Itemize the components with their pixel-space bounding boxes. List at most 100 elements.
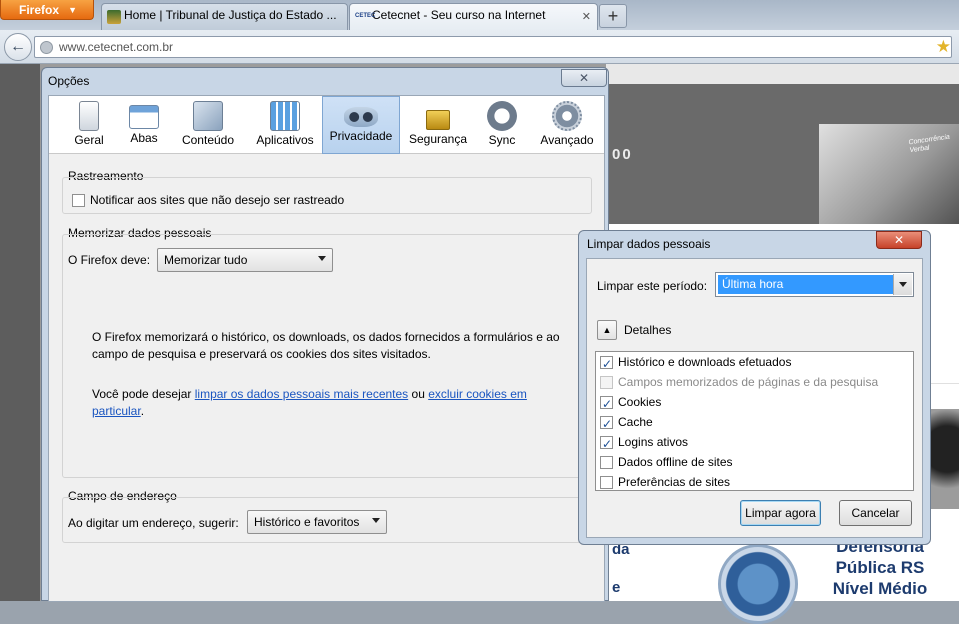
firefox-menu-label: Firefox bbox=[19, 3, 60, 17]
item-label: Histórico e downloads efetuados bbox=[618, 355, 792, 369]
applications-icon bbox=[270, 101, 300, 131]
options-body: Geral Abas Conteúdo Aplicativos Privacid… bbox=[48, 95, 605, 602]
suggest-label: Ao digitar um endereço, sugerir: bbox=[68, 516, 239, 530]
bookmark-star-icon[interactable]: ★ bbox=[936, 37, 951, 57]
select-value: Última hora bbox=[718, 275, 893, 294]
page-header-band bbox=[606, 64, 959, 84]
tab-geral[interactable]: Geral bbox=[61, 96, 117, 154]
coat-of-arms-icon bbox=[107, 10, 121, 24]
privacy-mask-icon bbox=[344, 107, 378, 127]
dialog-title: Limpar dados pessoais bbox=[587, 237, 711, 251]
history-hint: Você pode desejar limpar os dados pessoa… bbox=[92, 386, 562, 420]
hint-text: . bbox=[140, 404, 145, 418]
item-label: Dados offline de sites bbox=[618, 455, 733, 469]
history-mode-select[interactable]: Memorizar tudo bbox=[157, 248, 333, 272]
item-label: Preferências de sites bbox=[618, 475, 731, 489]
clear-data-dialog: Limpar dados pessoais ✕ Limpar este perí… bbox=[578, 230, 931, 545]
details-label: Detalhes bbox=[624, 323, 672, 337]
tab-label: Geral bbox=[74, 133, 104, 147]
checkbox[interactable] bbox=[600, 476, 613, 489]
tab-conteudo[interactable]: Conteúdo bbox=[176, 96, 240, 154]
history-description: O Firefox memorizará o histórico, os dow… bbox=[92, 330, 560, 361]
checkbox[interactable] bbox=[600, 456, 613, 469]
defensoria-line: Pública RS bbox=[835, 558, 925, 577]
chevron-down-icon bbox=[372, 518, 380, 523]
clear-now-button[interactable]: Limpar agora bbox=[740, 500, 821, 526]
dialog-title: Opções bbox=[48, 74, 90, 88]
tab-label: Aplicativos bbox=[256, 133, 314, 147]
tab-label: Avançado bbox=[540, 133, 594, 147]
checkbox[interactable] bbox=[600, 434, 613, 454]
close-icon[interactable]: ✕ bbox=[582, 10, 591, 23]
select-value: Histórico e favoritos bbox=[254, 515, 360, 529]
banner-photo: Concorrência Verbal bbox=[819, 124, 959, 236]
clear-recent-link[interactable]: limpar os dados pessoais mais recentes bbox=[195, 387, 408, 401]
tab-label: Segurança bbox=[408, 132, 468, 146]
url-text: www.cetecnet.com.br bbox=[59, 40, 174, 54]
content-icon bbox=[193, 101, 223, 131]
tab-label: Abas bbox=[130, 131, 158, 145]
back-button[interactable]: ← bbox=[4, 33, 32, 61]
chevron-down-icon bbox=[318, 256, 326, 261]
item-label: Cookies bbox=[618, 395, 662, 409]
checkbox[interactable] bbox=[600, 414, 613, 434]
tab-label: Privacidade bbox=[329, 129, 393, 143]
close-button[interactable]: ✕ bbox=[561, 69, 607, 87]
tab-title: Cetecnet - Seu curso na Internet bbox=[372, 8, 546, 22]
tab-avancado[interactable]: Avançado bbox=[537, 96, 597, 154]
photo-caption: Concorrência Verbal bbox=[908, 133, 951, 155]
select-value: Memorizar tudo bbox=[164, 253, 248, 267]
sync-icon bbox=[487, 101, 517, 131]
lock-icon bbox=[426, 110, 450, 130]
tabs-icon bbox=[129, 105, 159, 129]
tab-cetecnet[interactable]: CETEC Cetecnet - Seu curso na Internet ✕ bbox=[349, 3, 598, 30]
tab-aplicativos[interactable]: Aplicativos bbox=[250, 96, 320, 154]
defensoria-line: Nível Médio bbox=[832, 579, 928, 598]
cetec-logo-icon: CETEC bbox=[355, 13, 376, 19]
suggest-select[interactable]: Histórico e favoritos bbox=[247, 510, 387, 534]
defensoria-seal-icon[interactable] bbox=[718, 544, 798, 624]
page-partial-text: da e bbox=[612, 541, 630, 596]
navigation-bar: ← www.cetecnet.com.br ★ bbox=[0, 30, 959, 64]
details-toggle[interactable]: ▲ bbox=[597, 320, 617, 340]
item-label: Cache bbox=[618, 415, 653, 429]
period-label: Limpar este período: bbox=[597, 279, 708, 293]
hint-text: ou bbox=[408, 387, 429, 401]
tab-seguranca[interactable]: Segurança bbox=[405, 96, 471, 154]
new-tab-button[interactable]: + bbox=[599, 4, 627, 28]
chevron-down-icon: ▼ bbox=[68, 5, 77, 15]
tab-sync[interactable]: Sync bbox=[481, 96, 523, 154]
checkbox[interactable] bbox=[600, 354, 613, 374]
period-select[interactable]: Última hora bbox=[715, 272, 914, 297]
checkbox-label[interactable]: Notificar aos sites que não desejo ser r… bbox=[90, 192, 344, 209]
tab-privacidade[interactable]: Privacidade bbox=[322, 96, 400, 154]
close-button[interactable]: ✕ bbox=[876, 231, 922, 249]
tab-bar: Firefox ▼ Home | Tribunal de Justiça do … bbox=[0, 0, 959, 30]
history-mode-label: O Firefox deve: bbox=[68, 253, 151, 267]
checkbox bbox=[600, 376, 613, 389]
defensoria-banner[interactable]: Defensoria Pública RS Nível Médio bbox=[820, 536, 940, 599]
globe-icon bbox=[40, 41, 53, 54]
checkbox[interactable] bbox=[600, 394, 613, 414]
item-label: Campos memorizados de páginas e da pesqu… bbox=[618, 375, 879, 389]
cancel-button[interactable]: Cancelar bbox=[839, 500, 912, 526]
tab-abas[interactable]: Abas bbox=[119, 96, 169, 154]
hint-text: Você pode desejar bbox=[92, 387, 195, 401]
chevron-up-icon: ▲ bbox=[602, 325, 612, 335]
items-list: Histórico e downloads efetuados Campos m… bbox=[595, 351, 914, 491]
tab-label: Sync bbox=[488, 133, 516, 147]
do-not-track-checkbox[interactable] bbox=[72, 194, 85, 207]
arrow-left-icon: ← bbox=[10, 38, 26, 55]
firefox-menu-button[interactable]: Firefox ▼ bbox=[0, 0, 94, 20]
page-left-strip bbox=[0, 64, 40, 601]
tab-tjrs[interactable]: Home | Tribunal de Justiça do Estado ... bbox=[101, 3, 348, 30]
tab-label: Conteúdo bbox=[181, 133, 235, 147]
options-toolbar: Geral Abas Conteúdo Aplicativos Privacid… bbox=[49, 96, 604, 154]
tab-title: Home | Tribunal de Justiça do Estado ... bbox=[124, 8, 337, 22]
item-label: Logins ativos bbox=[618, 435, 689, 449]
gear-icon bbox=[552, 101, 582, 131]
address-bar[interactable]: www.cetecnet.com.br ★ bbox=[34, 36, 952, 58]
banner-partial-heading: 00 bbox=[612, 146, 633, 163]
clear-data-body: Limpar este período: Última hora ▲ Detal… bbox=[586, 258, 923, 538]
chevron-down-icon bbox=[893, 274, 912, 295]
